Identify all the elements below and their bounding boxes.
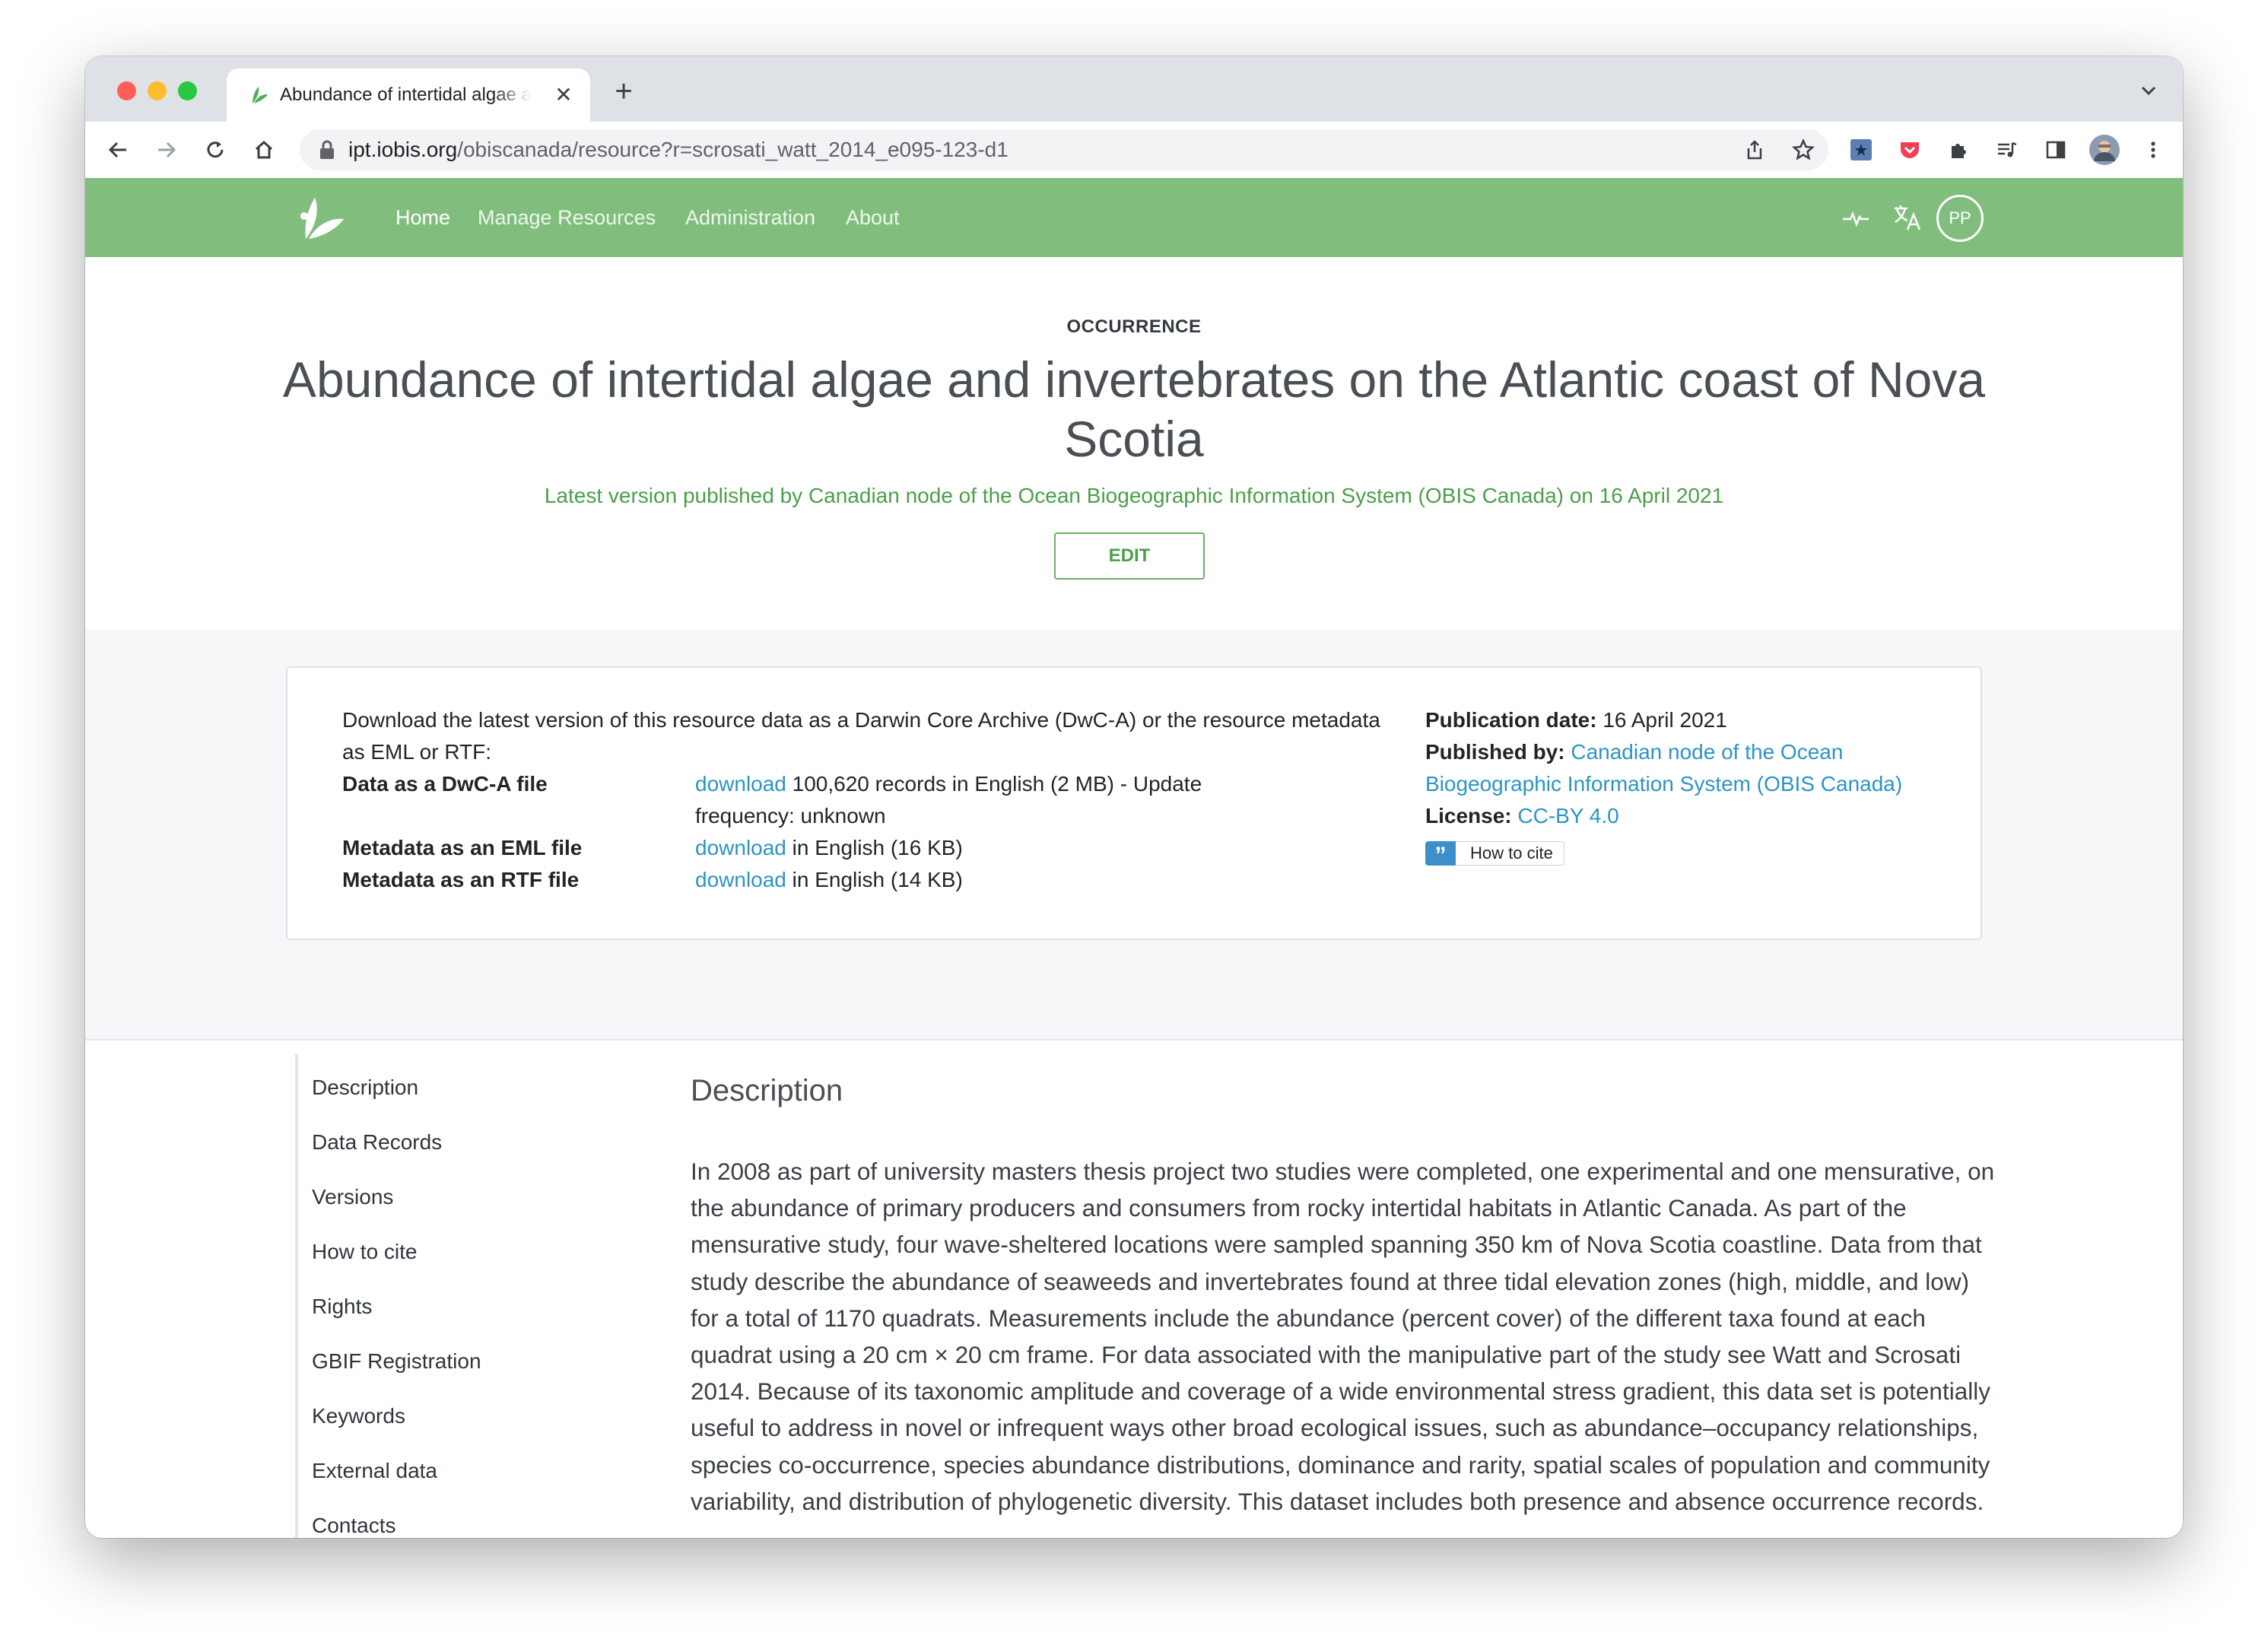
back-arrow-icon (108, 141, 126, 158)
forward-button[interactable] (149, 132, 184, 167)
edit-button[interactable]: EDIT (1054, 532, 1205, 580)
media-queue-icon[interactable] (1990, 132, 2025, 167)
eml-download-link[interactable]: download (695, 836, 786, 859)
home-button[interactable] (246, 132, 281, 167)
lock-icon[interactable] (318, 140, 336, 160)
browser-menu-icon[interactable] (2136, 132, 2171, 167)
sidebar-rail (295, 1054, 298, 1538)
user-avatar[interactable]: PP (1936, 195, 1984, 242)
how-to-cite-label: How to cite (1470, 843, 1553, 863)
description-text: In 2008 as part of university masters th… (691, 1158, 1995, 1515)
publication-date-value: 16 April 2021 (1603, 708, 1727, 732)
sidebar-item-contacts[interactable]: Contacts (312, 1512, 396, 1538)
download-section: Download the latest version of this reso… (85, 630, 2183, 1040)
new-tab-button[interactable]: + (608, 76, 639, 106)
license: License: CC-BY 4.0 (1425, 800, 1912, 832)
resource-type-label: OCCURRENCE (1066, 316, 1202, 337)
dwca-label: Data as a DwC-A file (342, 772, 548, 796)
side-panel-icon[interactable] (2038, 132, 2073, 167)
rtf-label: Metadata as an RTF file (342, 868, 580, 891)
reload-icon (207, 141, 224, 158)
publication-date: Publication date: 16 April 2021 (1425, 704, 1912, 736)
url-host: ipt.iobis.org (348, 138, 458, 161)
license-label: License: (1425, 804, 1512, 828)
pocket-icon[interactable] (1892, 132, 1927, 167)
chevron-down-icon[interactable] (2137, 79, 2160, 102)
sidebar-item-keywords[interactable]: Keywords (312, 1403, 405, 1430)
sidebar-item-description[interactable]: Description (312, 1074, 418, 1101)
gbif-ipt-logo[interactable] (295, 193, 348, 242)
sidebar-item-how-to-cite[interactable]: How to cite (312, 1238, 418, 1266)
rtf-download-link[interactable]: download (695, 868, 786, 891)
url-path: /obiscanada/resource?r=scrosati_watt_201… (457, 138, 1009, 161)
eml-label: Metadata as an EML file (342, 836, 583, 859)
nav-administration[interactable]: Administration (685, 205, 815, 230)
rtf-details: in English (14 KB) (786, 868, 963, 891)
gbif-leaf-icon (253, 87, 268, 103)
extension-bookmark-icon[interactable] (1844, 132, 1879, 167)
sidebar-item-versions[interactable]: Versions (312, 1183, 393, 1211)
address-bar[interactable]: ipt.iobis.org/obiscanada/resource?r=scro… (300, 129, 1828, 170)
bookmark-star-icon[interactable] (1790, 137, 1816, 163)
rtf-info: download in English (14 KB) (695, 864, 1228, 896)
publication-date-label: Publication date: (1425, 708, 1597, 732)
health-pulse-icon[interactable] (1839, 201, 1873, 234)
zoom-window-button[interactable] (178, 81, 197, 100)
language-translate-icon[interactable] (1891, 201, 1924, 234)
browser-tab[interactable]: Abundance of intertidal algae and invert… (227, 68, 590, 122)
section-title-description: Description (691, 1074, 843, 1107)
extensions-puzzle-icon[interactable] (1941, 132, 1976, 167)
published-line: Latest version published by Canadian nod… (544, 484, 1724, 507)
sidebar-item-rights[interactable]: Rights (312, 1293, 372, 1320)
how-to-cite-button[interactable]: ” How to cite (1425, 841, 1564, 868)
minimize-window-button[interactable] (148, 81, 167, 100)
site-header: Home Manage Resources Administration Abo… (85, 178, 2183, 257)
close-tab-icon[interactable]: ✕ (551, 82, 577, 108)
sidebar-item-data-records[interactable]: Data Records (312, 1129, 442, 1156)
browser-window: Abundance of intertidal algae and invert… (85, 56, 2183, 1538)
nav-manage-resources[interactable]: Manage Resources (478, 205, 656, 230)
eml-info: download in English (16 KB) (695, 832, 1228, 864)
dwca-info: download 100,620 records in English (2 M… (695, 768, 1228, 832)
browser-toolbar: ipt.iobis.org/obiscanada/resource?r=scro… (85, 122, 2183, 179)
published-by: Published by: Canadian node of the Ocean… (1425, 736, 1912, 800)
eml-details: in English (16 KB) (786, 836, 963, 859)
close-window-button[interactable] (117, 81, 136, 100)
reload-button[interactable] (198, 132, 233, 167)
page-title: Abundance of intertidal algae and invert… (282, 351, 1986, 467)
published-by-label: Published by: (1425, 740, 1565, 764)
nav-home[interactable]: Home (395, 205, 450, 230)
sidebar-item-external-data[interactable]: External data (312, 1457, 437, 1485)
download-intro: Download the latest version of this reso… (342, 708, 1380, 764)
tab-strip: Abundance of intertidal algae and invert… (85, 56, 2183, 122)
license-link[interactable]: CC-BY 4.0 (1517, 804, 1618, 828)
dwca-download-link[interactable]: download (695, 772, 786, 796)
back-button[interactable] (100, 132, 135, 167)
url-text: ipt.iobis.org/obiscanada/resource?r=scro… (348, 138, 1009, 161)
resource-header: OCCURRENCE Abundance of intertidal algae… (85, 257, 2183, 631)
nav-about[interactable]: About (846, 205, 900, 230)
tab-title: Abundance of intertidal algae and invert… (280, 84, 531, 105)
forward-arrow-icon (158, 141, 176, 158)
quote-icon: ” (1425, 841, 1456, 868)
share-icon[interactable] (1742, 137, 1768, 163)
home-icon (255, 140, 273, 159)
download-card: Download the latest version of this reso… (286, 666, 1982, 940)
profile-avatar[interactable] (2087, 132, 2122, 167)
sidebar-item-gbif-registration[interactable]: GBIF Registration (312, 1348, 481, 1375)
